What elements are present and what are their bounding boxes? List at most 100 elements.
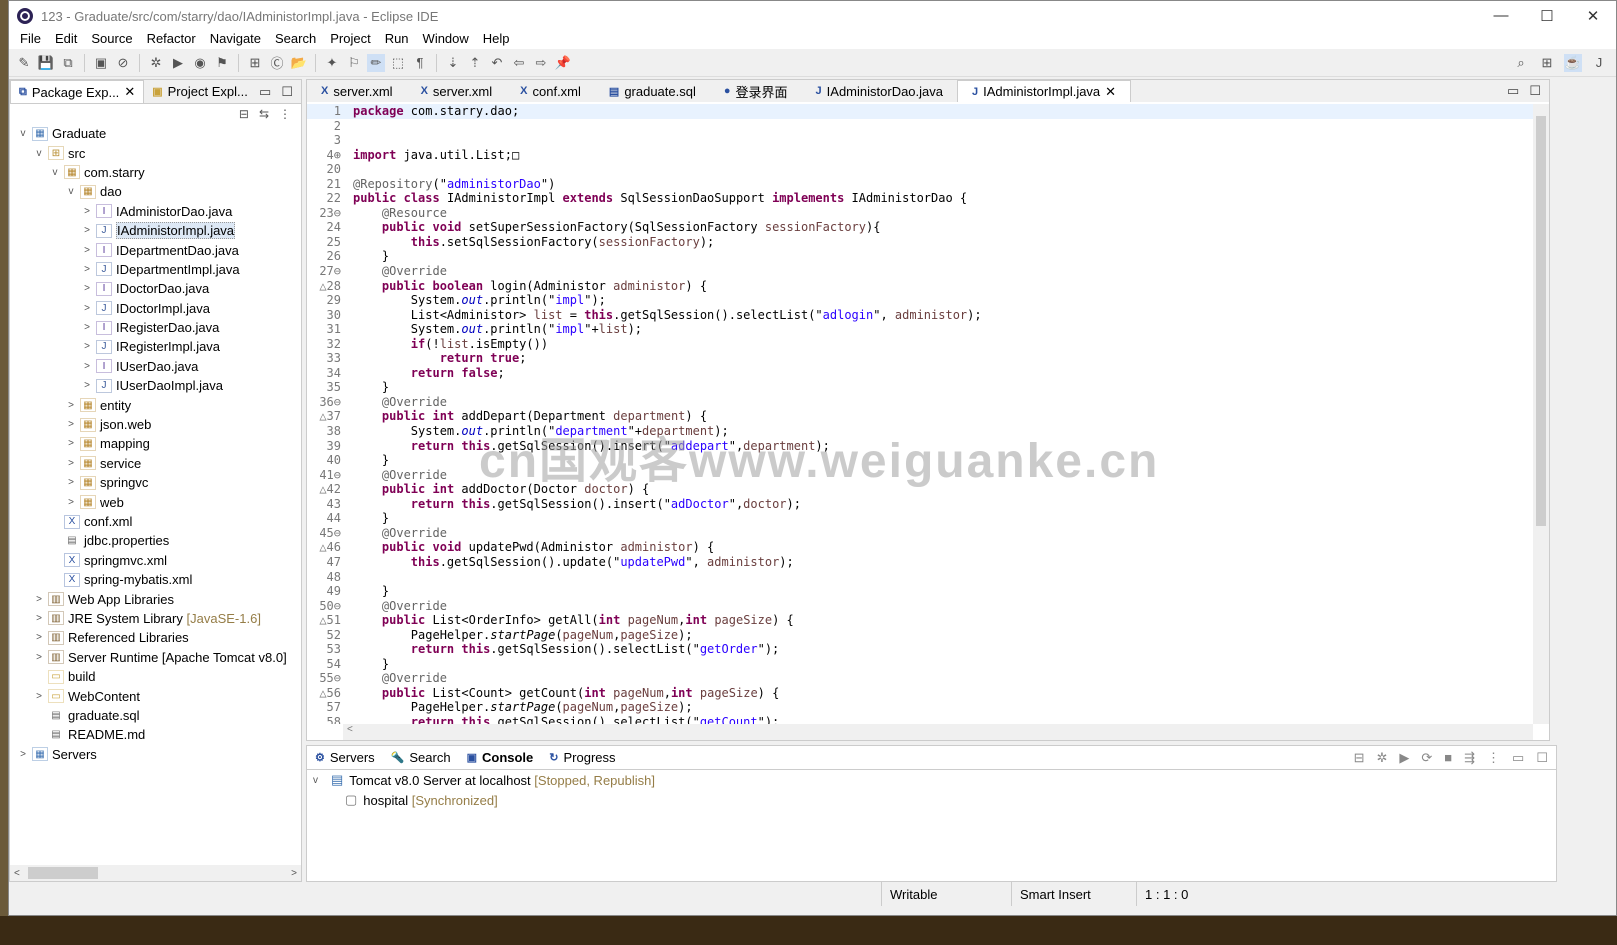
code-area[interactable]: 1 package com.starry.dao; 2 3 4⊕ import java.… (307, 104, 1533, 724)
tree-item[interactable]: > ▥ Server Runtime [Apache Tomcat v8.0] (10, 648, 301, 667)
last-edit-icon[interactable]: ↶ (488, 54, 506, 72)
external-tools-icon[interactable]: ⚑ (213, 54, 231, 72)
expand-toggle-icon[interactable]: v (32, 148, 46, 159)
forward-icon[interactable]: ⇨ (532, 54, 550, 72)
tree-item[interactable]: > J IDoctorImpl.java (10, 299, 301, 318)
expand-toggle-icon[interactable]: > (64, 419, 78, 430)
profile-server-icon[interactable]: ⟳ (1421, 750, 1432, 766)
editor-horizontal-scrollbar[interactable]: < (343, 724, 1533, 740)
expand-toggle-icon[interactable]: > (32, 652, 46, 663)
start-server-icon[interactable]: ▶ (1399, 750, 1409, 766)
tree-item[interactable]: > ▦ springvc (10, 473, 301, 492)
save-all-icon[interactable]: ⧉ (59, 54, 77, 72)
expand-toggle-icon[interactable]: > (32, 613, 46, 624)
expand-toggle-icon[interactable]: > (64, 458, 78, 469)
search-icon[interactable]: ✦ (323, 54, 341, 72)
mark-occurrences-icon[interactable]: ✏ (367, 53, 385, 72)
tree-item[interactable]: ▤ graduate.sql (10, 706, 301, 725)
expand-toggle-icon[interactable]: > (80, 303, 94, 314)
tree-item[interactable]: > J IUserDaoImpl.java (10, 376, 301, 395)
expand-toggle-icon[interactable]: > (64, 497, 78, 508)
expand-toggle-icon[interactable]: > (80, 341, 94, 352)
expand-toggle-icon[interactable]: > (80, 322, 94, 333)
expand-toggle-icon[interactable]: > (80, 245, 94, 256)
expand-toggle-icon[interactable]: > (80, 380, 94, 391)
tree-item[interactable]: > J IRegisterImpl.java (10, 337, 301, 356)
expand-toggle-icon[interactable]: > (80, 361, 94, 372)
save-icon[interactable]: 💾 (37, 54, 55, 72)
tree-item[interactable]: > ▥ Referenced Libraries (10, 628, 301, 647)
minimize-view-icon[interactable]: ▭ (1512, 750, 1524, 766)
view-menu-icon[interactable]: ⋮ (1487, 750, 1500, 766)
run-icon[interactable]: ▶ (169, 54, 187, 72)
expand-toggle-icon[interactable]: v (48, 167, 62, 178)
menu-help[interactable]: Help (476, 31, 517, 49)
show-whitespace-icon[interactable]: ¶ (411, 54, 429, 72)
tree-item[interactable]: > ▦ Servers (10, 745, 301, 764)
expand-toggle-icon[interactable]: > (32, 594, 46, 605)
tree-item[interactable]: > ▭ WebContent (10, 686, 301, 705)
tree-item[interactable]: ▤ README.md (10, 725, 301, 744)
maximize-editor-icon[interactable]: ☐ (1529, 83, 1541, 99)
back-icon[interactable]: ⇦ (510, 54, 528, 72)
collapse-icon[interactable]: ⊟ (1354, 750, 1365, 766)
expand-toggle-icon[interactable]: > (64, 400, 78, 411)
menu-refactor[interactable]: Refactor (140, 31, 203, 49)
new-icon[interactable]: ✎ (15, 54, 33, 72)
expand-toggle-icon[interactable]: > (16, 749, 30, 760)
tree-item[interactable]: v ⊞ src (10, 143, 301, 162)
open-type-icon[interactable]: 📂 (290, 54, 308, 72)
tree-item[interactable]: > I IRegisterDao.java (10, 318, 301, 337)
tree-item[interactable]: Xspringmvc.xml (10, 551, 301, 570)
menu-window[interactable]: Window (416, 31, 476, 49)
tree-item[interactable]: > J IDepartmentImpl.java (10, 260, 301, 279)
menu-navigate[interactable]: Navigate (203, 31, 268, 49)
tree-item[interactable]: v ▦ dao (10, 182, 301, 201)
tree-item[interactable]: > ▥ Web App Libraries (10, 589, 301, 608)
tab-package-explorer[interactable]: ⧉ Package Exp... ✕ (10, 80, 145, 103)
module-row[interactable]: ▢ hospital [Synchronized] (307, 790, 1556, 810)
editor-tab[interactable]: ▤ graduate.sql (595, 80, 710, 102)
tree-item[interactable]: > J IAdministorImpl.java (10, 221, 301, 240)
collapse-all-icon[interactable]: ⊟ (239, 107, 249, 121)
editor-tab[interactable]: J IAdministorDao.java (802, 80, 957, 102)
coverage-icon[interactable]: ◉ (191, 54, 209, 72)
expand-icon[interactable]: v (313, 775, 327, 786)
editor-tab[interactable]: Xserver.xml (407, 80, 507, 102)
tree-item[interactable]: > ▦ mapping (10, 434, 301, 453)
stop-server-icon[interactable]: ■ (1444, 750, 1452, 765)
tree-item[interactable]: > I IDoctorDao.java (10, 279, 301, 298)
debug-server-icon[interactable]: ✲ (1376, 750, 1387, 766)
tree-item[interactable]: ▤ jdbc.properties (10, 531, 301, 550)
annotation-icon[interactable]: ⚐ (345, 54, 363, 72)
tree-item[interactable]: v ▦ Graduate (10, 124, 301, 143)
editor-tab[interactable]: ● 登录界面 (710, 80, 802, 102)
server-row[interactable]: v ▤ Tomcat v8.0 Server at localhost [Sto… (307, 770, 1556, 790)
minimize-button[interactable]: — (1478, 7, 1524, 25)
view-menu-icon[interactable]: ⋮ (279, 107, 291, 121)
maximize-view-icon[interactable]: ☐ (281, 84, 293, 100)
expand-toggle-icon[interactable]: > (80, 225, 94, 236)
block-select-icon[interactable]: ⬚ (389, 54, 407, 72)
tree-item[interactable]: > ▦ service (10, 454, 301, 473)
expand-toggle-icon[interactable]: v (16, 128, 30, 139)
menu-run[interactable]: Run (378, 31, 416, 49)
minimize-view-icon[interactable]: ▭ (259, 84, 271, 100)
expand-toggle-icon[interactable]: > (32, 632, 46, 643)
tab-console[interactable]: ▣ Console (459, 746, 542, 769)
maximize-view-icon[interactable]: ☐ (1536, 750, 1548, 766)
link-with-editor-icon[interactable]: ⇆ (259, 107, 269, 121)
prev-annotation-icon[interactable]: ⇡ (466, 54, 484, 72)
horizontal-scrollbar[interactable]: < > (10, 865, 301, 881)
tree-item[interactable]: > I IAdministorDao.java (10, 202, 301, 221)
open-perspective-icon[interactable]: ⊞ (1538, 54, 1556, 72)
skip-breakpoints-icon[interactable]: ⊘ (114, 54, 132, 72)
tab-progress[interactable]: ↻ Progress (541, 746, 623, 769)
tree-item[interactable]: ▭ build (10, 667, 301, 686)
java-perspective-icon[interactable]: J (1590, 54, 1608, 72)
expand-toggle-icon[interactable]: > (64, 438, 78, 449)
new-package-icon[interactable]: ⊞ (246, 54, 264, 72)
editor-tab[interactable]: J IAdministorImpl.java ✕ (957, 80, 1132, 102)
expand-toggle-icon[interactable]: v (64, 186, 78, 197)
minimize-editor-icon[interactable]: ▭ (1507, 83, 1519, 99)
